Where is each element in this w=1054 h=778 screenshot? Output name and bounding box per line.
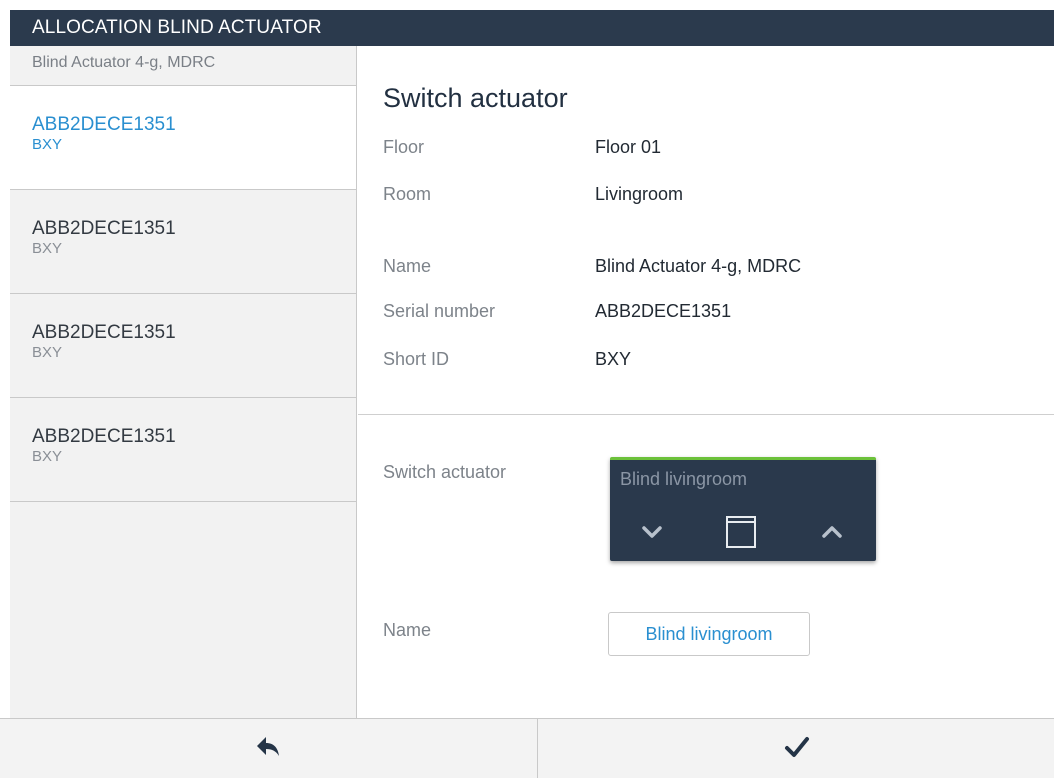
tile-title: Blind livingroom (620, 469, 748, 489)
checkmark-icon (784, 735, 810, 764)
device-short-id: BXY (32, 448, 63, 465)
serial-number-label: Serial number (383, 301, 496, 321)
details-title: Switch actuator (383, 83, 568, 113)
page-title: ALLOCATION BLIND ACTUATOR (10, 10, 1054, 46)
device-list-item-1[interactable]: ABB2DECE1351 BXY (10, 86, 356, 190)
floor-value: Floor 01 (595, 137, 662, 157)
floor-label: Floor (383, 137, 425, 157)
bottom-toolbar (0, 718, 1054, 778)
device-short-id: BXY (32, 344, 63, 361)
device-sidebar: Blind Actuator 4-g, MDRC ABB2DECE1351 BX… (10, 46, 357, 718)
room-label: Room (383, 184, 432, 204)
device-serial: ABB2DECE1351 (32, 114, 176, 135)
device-list-item-4[interactable]: ABB2DECE1351 BXY (10, 398, 356, 502)
top-strip (0, 0, 1054, 10)
device-serial: ABB2DECE1351 (32, 322, 176, 343)
device-short-id: BXY (32, 136, 63, 153)
device-list-item-2[interactable]: ABB2DECE1351 BXY (10, 190, 356, 294)
device-short-id: BXY (32, 240, 63, 257)
blind-control-tile[interactable]: Blind livingroom (610, 457, 876, 561)
name-input-button[interactable]: Blind livingroom (608, 612, 810, 656)
name-label: Name (383, 256, 432, 276)
details-panel: Switch actuator Floor Floor 01 Room Livi… (358, 46, 1054, 718)
chevron-down-icon[interactable] (634, 514, 670, 550)
device-serial: ABB2DECE1351 (32, 426, 176, 447)
chevron-up-icon[interactable] (814, 514, 850, 550)
confirm-button[interactable] (539, 719, 1054, 778)
name-field-label: Name (383, 620, 432, 640)
switch-actuator-label: Switch actuator (383, 462, 507, 482)
short-id-value: BXY (595, 349, 632, 369)
device-serial: ABB2DECE1351 (32, 218, 176, 239)
back-button[interactable] (0, 719, 538, 778)
reply-arrow-icon (255, 735, 283, 764)
window-square-icon[interactable] (723, 514, 759, 550)
name-value: Blind Actuator 4-g, MDRC (595, 256, 802, 276)
section-divider (358, 414, 1054, 415)
device-list-item-3[interactable]: ABB2DECE1351 BXY (10, 294, 356, 398)
room-value: Livingroom (595, 184, 684, 204)
sidebar-header: Blind Actuator 4-g, MDRC (10, 46, 356, 86)
short-id-label: Short ID (383, 349, 450, 369)
serial-number-value: ABB2DECE1351 (595, 301, 732, 321)
